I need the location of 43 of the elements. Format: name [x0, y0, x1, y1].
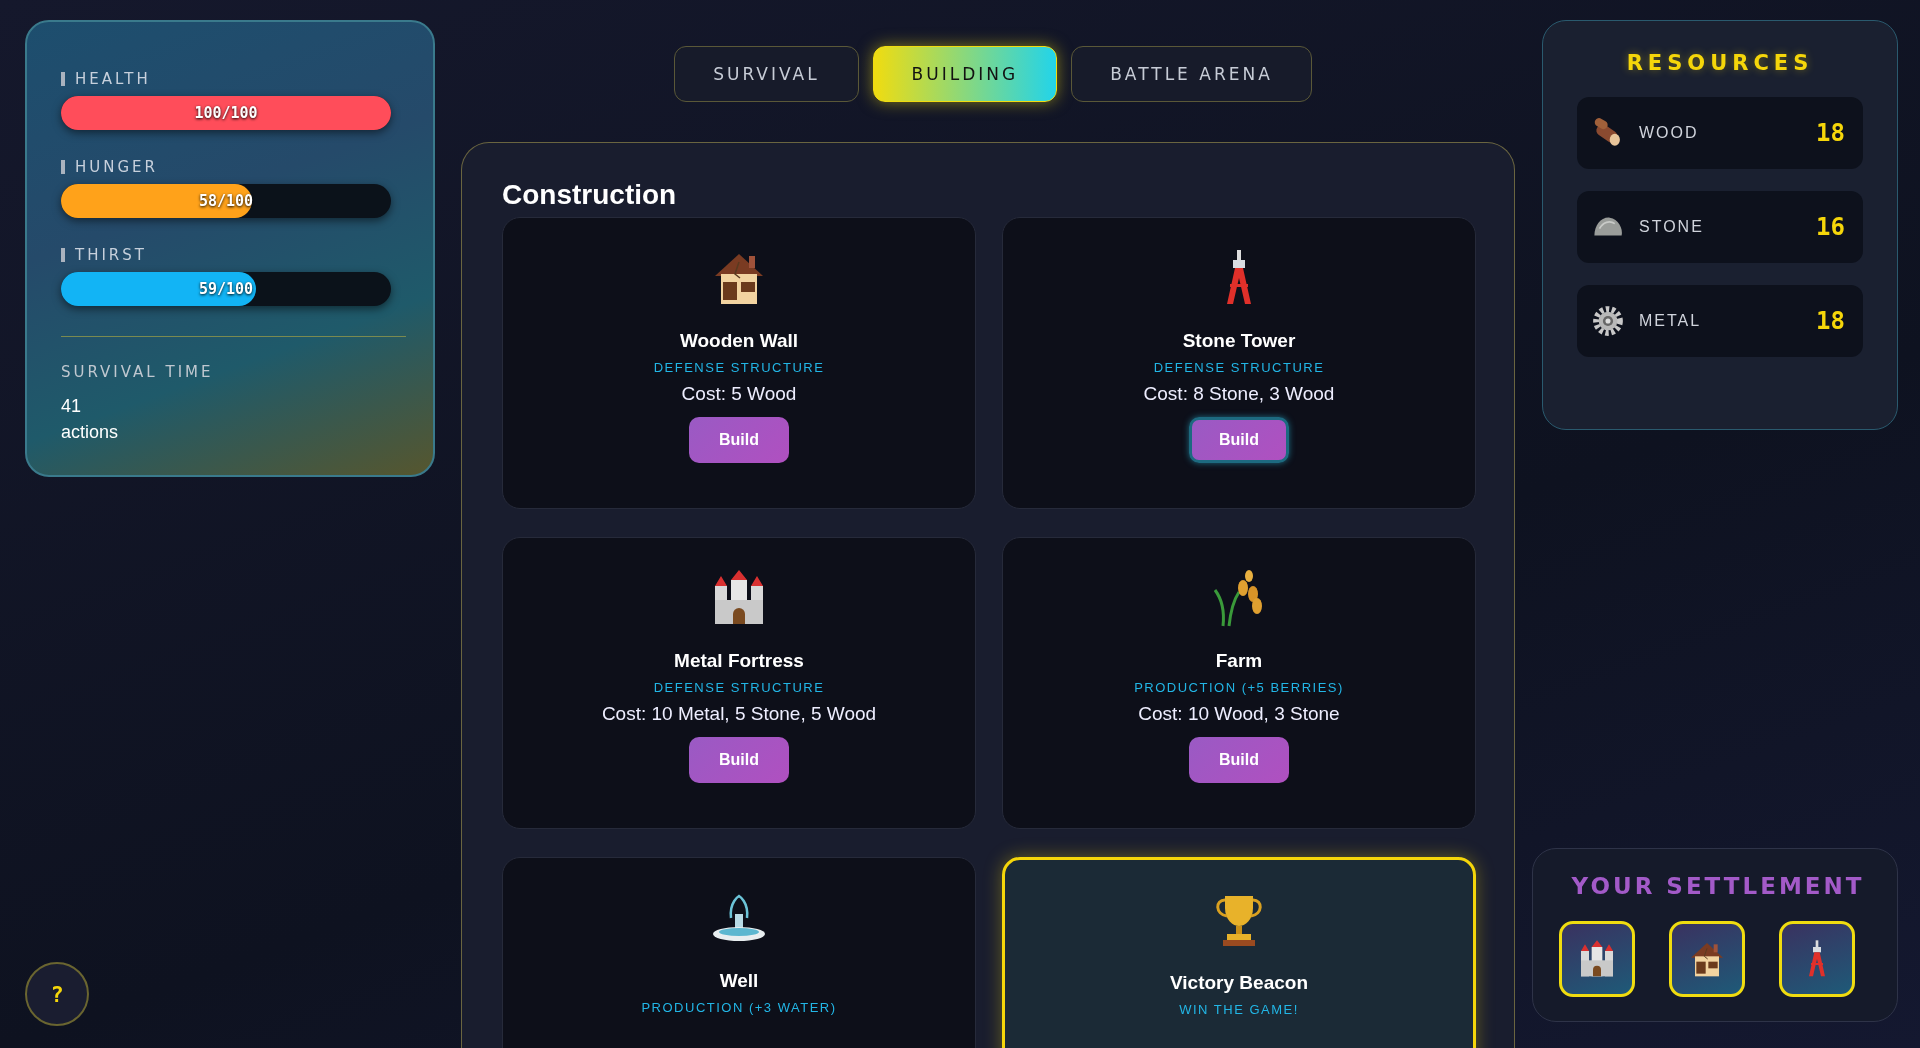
building-cost: Cost: 10 Wood, 3 Stone [1138, 703, 1340, 725]
building-category: PRODUCTION (+5 BERRIES) [1134, 680, 1344, 695]
resources-title: RESOURCES [1625, 51, 1815, 75]
resource-amount: 18 [1816, 119, 1845, 147]
building-category: PRODUCTION (+3 WATER) [641, 1000, 837, 1015]
build-button[interactable]: Build [689, 737, 789, 783]
gear-icon [1591, 304, 1625, 338]
tab[interactable]: BATTLE ARENA [1071, 46, 1312, 102]
settlement-title: YOUR SETTLEMENT [1570, 873, 1866, 899]
stat-label: HEALTH [61, 72, 399, 86]
stat-reading: 59/100 [198, 280, 254, 298]
help-button[interactable]: ? [25, 962, 89, 1026]
survival-value: 41 [61, 395, 83, 418]
tab[interactable]: BUILDING [872, 46, 1058, 102]
build-button[interactable]: Build [689, 417, 789, 463]
resource-name: METAL [1639, 312, 1703, 330]
building-category: DEFENSE STRUCTURE [653, 680, 825, 695]
building-cost: Cost: 8 Stone, 3 Wood [1143, 383, 1335, 405]
building-category: DEFENSE STRUCTURE [653, 360, 825, 375]
stat-reading: 100/100 [194, 104, 258, 122]
survival-unit: actions [61, 421, 120, 444]
stat-reading: 58/100 [198, 192, 254, 210]
building-name: Wooden Wall [679, 330, 799, 352]
building-name: Metal Fortress [674, 650, 804, 672]
resource-name: WOOD [1639, 124, 1700, 142]
building-cost: Cost: 10 Metal, 5 Stone, 5 Wood [601, 703, 877, 725]
building-name: Stone Tower [1182, 330, 1296, 352]
resource-amount: 16 [1816, 213, 1845, 241]
building-cost: Cost: 5 Wood [681, 383, 797, 405]
resource-amount: 18 [1816, 307, 1845, 335]
survival-label: SURVIVAL TIME [61, 363, 215, 381]
stat-label: THIRST [61, 248, 399, 262]
building-name: Victory Beacon [1170, 972, 1308, 994]
resource-name: STONE [1639, 218, 1705, 236]
building-category: WIN THE GAME! [1179, 1002, 1299, 1017]
stat-label: HUNGER [61, 160, 399, 174]
section-title: Construction [502, 179, 678, 211]
build-button[interactable]: Build [1189, 737, 1289, 783]
build-button[interactable]: Build [1189, 417, 1289, 463]
building-name: Well [719, 970, 759, 992]
building-name: Farm [1215, 650, 1263, 672]
tab[interactable]: SURVIVAL [674, 46, 859, 102]
building-category: DEFENSE STRUCTURE [1153, 360, 1325, 375]
